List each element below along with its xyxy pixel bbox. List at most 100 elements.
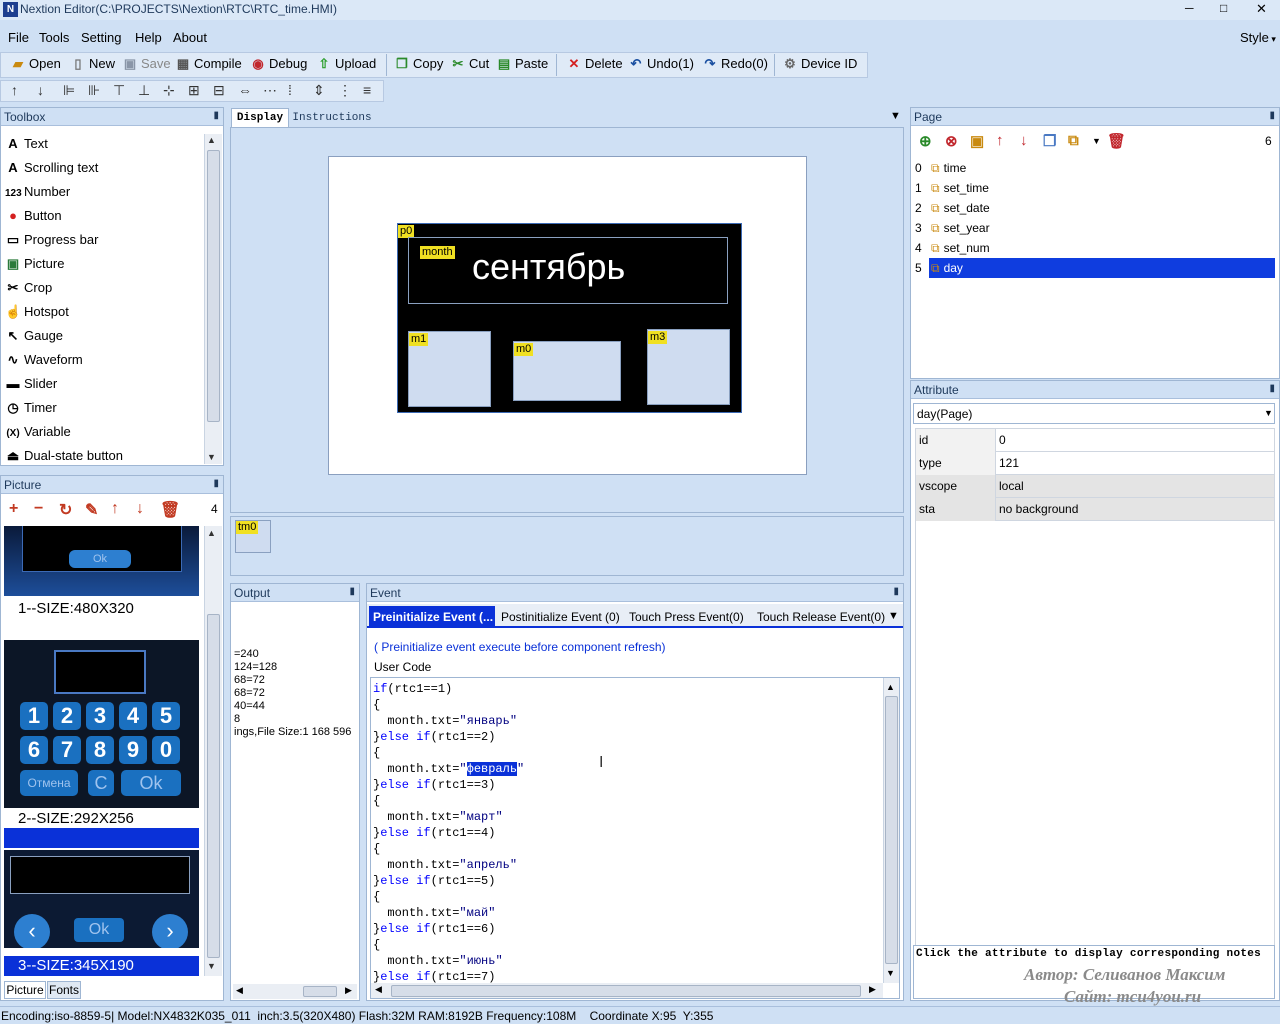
move-up-icon[interactable]: ↑ xyxy=(11,82,18,98)
v-spacing-equal-icon[interactable]: ⋮ xyxy=(338,82,352,99)
attribute-row-type[interactable]: type 121 xyxy=(916,452,1274,475)
tab-picture[interactable]: Picture xyxy=(4,981,46,999)
replace-picture-icon[interactable]: ↻ xyxy=(59,500,72,520)
page-item-time[interactable]: 0 ⧉ time xyxy=(915,158,1279,178)
scroll-left-icon[interactable]: ◀ xyxy=(375,984,382,995)
h-spacing-icon[interactable]: ⋯ xyxy=(263,82,277,99)
pin-icon[interactable]: ▮ xyxy=(213,110,219,121)
device-id-button[interactable]: ⚙ Device ID xyxy=(782,54,857,74)
pin-icon[interactable]: ▮ xyxy=(349,586,355,597)
tabs-dropdown-icon[interactable]: ▼ xyxy=(890,110,901,122)
tab-display[interactable]: Display xyxy=(231,108,289,127)
menu-setting[interactable]: Setting xyxy=(81,30,121,45)
page-item-set-year[interactable]: 3 ⧉ set_year xyxy=(915,218,1279,238)
attribute-value[interactable]: no background xyxy=(997,498,1274,521)
scroll-right-icon[interactable]: ▶ xyxy=(869,984,876,995)
toolbox-item-variable[interactable]: (X) Variable xyxy=(5,421,70,443)
attribute-value[interactable]: local xyxy=(997,475,1274,498)
page-item-set-time[interactable]: 1 ⧉ set_time xyxy=(915,178,1279,198)
paste-button[interactable]: ▤ Paste xyxy=(496,54,548,74)
distribute-icon[interactable]: ≡ xyxy=(363,82,371,98)
attribute-row-sta[interactable]: sta no background xyxy=(916,498,1274,521)
same-width-icon[interactable]: ⇔ xyxy=(238,82,252,98)
picture-thumbnail-2[interactable]: 12345 67890 Отмена C Ok xyxy=(4,640,199,808)
trash-icon[interactable]: 🗑 xyxy=(1107,132,1126,150)
edit-picture-icon[interactable]: ✎ xyxy=(85,500,98,520)
delete-button[interactable]: ✕ Delete xyxy=(566,54,623,74)
attribute-row-id[interactable]: id 0 xyxy=(916,429,1274,452)
toolbox-item-text[interactable]: A Text xyxy=(5,133,48,155)
pin-icon[interactable]: ▮ xyxy=(893,586,899,597)
toolbox-item-dual-state-button[interactable]: ⏏ Dual-state button xyxy=(5,445,123,467)
cut-button[interactable]: ✂ Cut xyxy=(450,54,490,74)
tab-touch-release-event[interactable]: Touch Release Event(0) xyxy=(757,606,885,628)
h-spacing-equal-icon[interactable]: ⁞ xyxy=(288,82,292,98)
tab-preinitialize-event[interactable]: Preinitialize Event (... xyxy=(369,606,495,628)
copy-page-icon[interactable]: ❐ xyxy=(1043,132,1056,150)
minimize-button[interactable]: ─ xyxy=(1185,1,1194,15)
center-vertical-icon[interactable]: ⊞ xyxy=(188,82,200,99)
move-down-icon[interactable]: ↓ xyxy=(136,500,144,518)
scroll-down-icon[interactable]: ▼ xyxy=(207,961,216,971)
scroll-down-icon[interactable]: ▼ xyxy=(207,452,216,462)
toolbox-item-waveform[interactable]: ∿ Waveform xyxy=(5,349,83,371)
delete-page-icon[interactable]: ⊗ xyxy=(945,132,958,150)
menu-about[interactable]: About xyxy=(173,30,207,45)
move-up-icon[interactable]: ↑ xyxy=(111,500,119,518)
pin-icon[interactable]: ▮ xyxy=(1269,383,1275,394)
save-button[interactable]: ▣ Save xyxy=(122,54,171,74)
pin-icon[interactable]: ▮ xyxy=(213,478,219,489)
menu-help[interactable]: Help xyxy=(135,30,162,45)
new-button[interactable]: ▯ New xyxy=(70,54,115,74)
align-top-icon[interactable]: ⊤ xyxy=(113,82,125,99)
scroll-up-icon[interactable]: ▲ xyxy=(207,528,216,538)
toolbox-scroll-thumb[interactable] xyxy=(207,150,220,422)
output-scroll-thumb[interactable] xyxy=(303,986,337,997)
import-page-icon[interactable]: ⧉ xyxy=(1068,132,1079,149)
code-hscroll-thumb[interactable] xyxy=(391,985,861,997)
event-tabs-dropdown-icon[interactable]: ▼ xyxy=(888,610,899,622)
tab-fonts[interactable]: Fonts xyxy=(47,981,81,999)
menu-tools[interactable]: Tools xyxy=(39,30,69,45)
toolbox-item-progress-bar[interactable]: ▭ Progress bar xyxy=(5,229,99,251)
align-bottom-icon[interactable]: ⊥ xyxy=(138,82,150,99)
code-editor[interactable]: if(rtc1==1) { month.txt="январь"}else if(… xyxy=(370,677,900,999)
align-right-icon[interactable]: ⊪ xyxy=(88,82,100,99)
add-page-icon[interactable]: ⊕ xyxy=(919,132,932,150)
scroll-up-icon[interactable]: ▲ xyxy=(886,682,895,692)
style-menu[interactable]: Style ▾ xyxy=(1240,30,1276,45)
menu-file[interactable]: File xyxy=(8,30,29,45)
output-hscrollbar[interactable] xyxy=(233,984,357,999)
attribute-value[interactable]: 121 xyxy=(997,452,1274,475)
scroll-right-icon[interactable]: ▶ xyxy=(345,985,352,996)
pin-icon[interactable]: ▮ xyxy=(1269,110,1275,121)
move-down-icon[interactable]: ↓ xyxy=(37,82,44,98)
toolbox-item-number[interactable]: 123 Number xyxy=(5,181,70,203)
page-item-set-date[interactable]: 2 ⧉ set_date xyxy=(915,198,1279,218)
tab-postinitialize-event[interactable]: Postinitialize Event (0) xyxy=(501,606,620,628)
page-item-day[interactable]: 5 ⧉ day xyxy=(915,258,1279,278)
compile-button[interactable]: ▦ Compile xyxy=(175,54,242,74)
v-spacing-icon[interactable]: ⇕ xyxy=(313,82,325,99)
attribute-row-vscope[interactable]: vscope local xyxy=(916,475,1274,498)
picture-scroll-thumb[interactable] xyxy=(207,614,220,958)
redo-button[interactable]: ↷ Redo(0) xyxy=(702,54,768,74)
picture-thumbnail-3[interactable]: ‹ Ok › xyxy=(4,850,199,948)
move-up-icon[interactable]: ↑ xyxy=(996,132,1004,149)
attribute-value[interactable]: 0 xyxy=(997,429,1274,452)
add-picture-icon[interactable]: + xyxy=(9,500,18,518)
toolbox-item-crop[interactable]: ✂ Crop xyxy=(5,277,53,299)
tab-instructions[interactable]: Instructions xyxy=(291,109,373,127)
copy-button[interactable]: ❐ Copy xyxy=(394,54,443,74)
undo-button[interactable]: ↶ Undo(1) xyxy=(628,54,694,74)
picture-thumbnail-1[interactable]: Ok xyxy=(4,526,199,596)
same-size-icon[interactable]: ⊟ xyxy=(213,82,225,99)
toolbox-item-scrolling-text[interactable]: A Scrolling text xyxy=(5,157,98,179)
insert-page-icon[interactable]: ▣ xyxy=(970,132,984,150)
scroll-up-icon[interactable]: ▲ xyxy=(207,135,216,145)
debug-button[interactable]: ◉ Debug xyxy=(250,54,307,74)
trash-icon[interactable]: 🗑 xyxy=(160,500,180,520)
toolbox-item-timer[interactable]: ◷ Timer xyxy=(5,397,56,419)
toolbox-item-slider[interactable]: ▬ Slider xyxy=(5,373,58,395)
scroll-down-icon[interactable]: ▼ xyxy=(886,968,895,978)
